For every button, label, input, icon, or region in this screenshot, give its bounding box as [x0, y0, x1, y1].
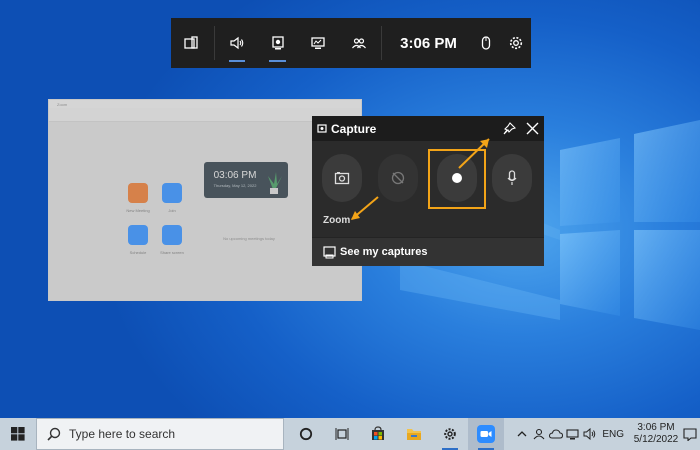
- windows-start-icon: [11, 427, 25, 441]
- volume-button[interactable]: [581, 418, 598, 450]
- search-placeholder: Type here to search: [69, 427, 176, 441]
- people-icon: [533, 428, 545, 440]
- arrow-to-record-icon: [458, 138, 490, 169]
- task-view-button[interactable]: [324, 418, 360, 450]
- network-icon: [566, 428, 579, 439]
- show-hidden-icons-button[interactable]: [513, 418, 530, 450]
- system-tray: ENG 3:06 PM 5/12/2022: [513, 418, 700, 450]
- taskbar-date: 5/12/2022: [633, 434, 679, 445]
- annotation-arrows: [351, 138, 490, 220]
- input-language[interactable]: ENG: [602, 429, 624, 440]
- taskbar-time: 3:06 PM: [637, 422, 675, 433]
- action-center-button[interactable]: [680, 418, 700, 450]
- folder-icon: [407, 429, 421, 440]
- cortana-button[interactable]: [288, 418, 324, 450]
- taskbar: Type here to search ENG 3:06 PM 5/12/202…: [0, 418, 700, 450]
- file-explorer-button[interactable]: [396, 418, 432, 450]
- chevron-up-icon: [517, 431, 527, 437]
- microsoft-store-button[interactable]: [360, 418, 396, 450]
- taskbar-clock[interactable]: 3:06 PM 5/12/2022: [632, 422, 680, 446]
- zoom-taskbar-button[interactable]: [468, 418, 504, 450]
- onedrive-button[interactable]: [547, 418, 564, 450]
- cortana-icon: [299, 427, 313, 441]
- people-tray-button[interactable]: [530, 418, 547, 450]
- arrow-to-zoom-label: [351, 196, 379, 220]
- task-view-icon: [335, 428, 349, 440]
- network-button[interactable]: [564, 418, 581, 450]
- notification-icon: [683, 427, 697, 441]
- cloud-icon: [548, 429, 563, 439]
- taskbar-search-box[interactable]: Type here to search: [36, 418, 284, 450]
- gear-icon: [444, 428, 456, 440]
- search-icon: [47, 427, 61, 441]
- start-button[interactable]: [0, 418, 36, 450]
- settings-app-button[interactable]: [432, 418, 468, 450]
- speaker-icon: [583, 428, 596, 440]
- store-icon: [372, 426, 384, 440]
- zoom-icon: [477, 425, 495, 443]
